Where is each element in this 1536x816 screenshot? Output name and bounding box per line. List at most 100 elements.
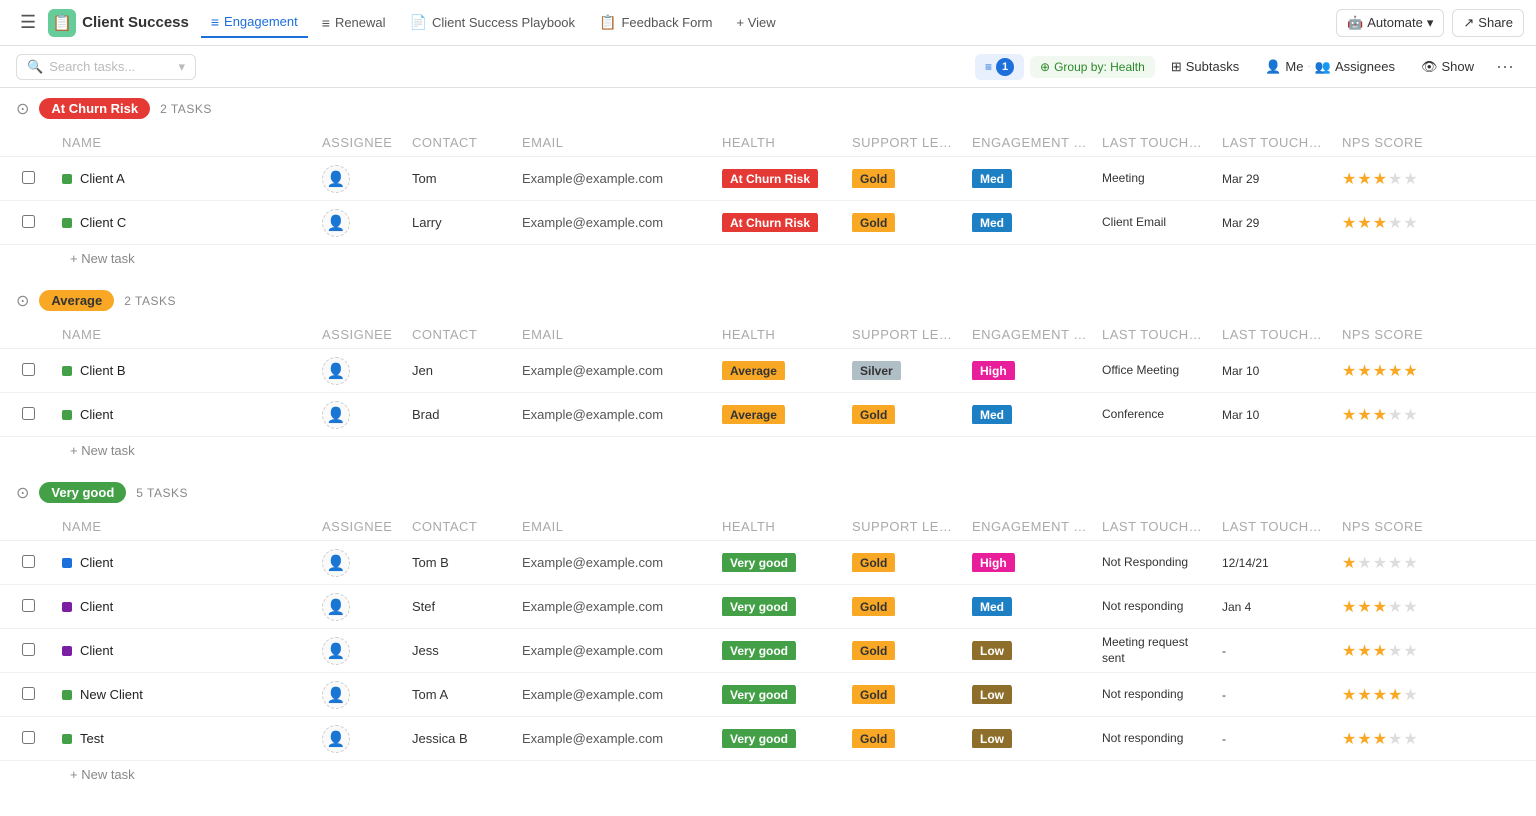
row-health: Very good: [716, 597, 846, 616]
nps-stars: ★★★★★: [1342, 213, 1470, 233]
row-select-checkbox[interactable]: [22, 599, 35, 612]
table-row[interactable]: Client A 👤 Tom Example@example.com At Ch…: [0, 157, 1536, 201]
col-header-4: EMAIL: [516, 133, 716, 152]
share-button[interactable]: ↗ Share: [1452, 9, 1524, 37]
star-filled: ★: [1403, 361, 1417, 381]
table-row[interactable]: Client 👤 Stef Example@example.com Very g…: [0, 585, 1536, 629]
row-contact: Brad: [406, 405, 516, 424]
row-name: Client: [56, 405, 316, 424]
group-toggle-churn[interactable]: ⊙: [16, 99, 29, 119]
row-select-checkbox[interactable]: [22, 171, 35, 184]
tab-feedback[interactable]: 📋 Feedback Form: [589, 8, 722, 37]
star-filled: ★: [1357, 169, 1371, 189]
star-filled: ★: [1388, 361, 1402, 381]
star-empty: ★: [1388, 553, 1402, 573]
group-toggle-verygood[interactable]: ⊙: [16, 483, 29, 503]
group-by-button[interactable]: ⊕ Group by: Health: [1030, 56, 1155, 78]
row-select-checkbox[interactable]: [22, 215, 35, 228]
tab-playbook[interactable]: 📄 Client Success Playbook: [400, 8, 586, 37]
row-contact: Jessica B: [406, 729, 516, 748]
table-row[interactable]: Client 👤 Jess Example@example.com Very g…: [0, 629, 1536, 673]
me-label: Me: [1285, 59, 1303, 74]
client-name: Client C: [80, 215, 126, 230]
new-task-verygood[interactable]: + New task: [0, 761, 1536, 788]
row-name: New Client: [56, 685, 316, 704]
table-row[interactable]: Test 👤 Jessica B Example@example.com Ver…: [0, 717, 1536, 761]
tab-add-view[interactable]: + View: [727, 9, 786, 36]
hamburger-icon[interactable]: ☰: [12, 8, 44, 37]
support-badge: Gold: [852, 641, 895, 660]
row-checkbox[interactable]: [16, 597, 56, 617]
more-options-button[interactable]: ···: [1490, 54, 1520, 79]
star-empty: ★: [1357, 553, 1371, 573]
row-checkbox[interactable]: [16, 641, 56, 661]
app-title: Client Success: [82, 14, 189, 31]
row-select-checkbox[interactable]: [22, 643, 35, 656]
col-header-3: CONTACT: [406, 517, 516, 536]
subtasks-button[interactable]: ⊞ Subtasks: [1161, 55, 1249, 79]
nps-stars: ★★★★★: [1342, 685, 1470, 705]
row-select-checkbox[interactable]: [22, 363, 35, 376]
row-checkbox[interactable]: [16, 213, 56, 233]
group-badge-verygood[interactable]: Very good: [39, 482, 126, 503]
row-checkbox[interactable]: [16, 553, 56, 573]
me-button[interactable]: 👤 Me · 👥 Assignees: [1255, 55, 1405, 79]
new-task-churn[interactable]: + New task: [0, 245, 1536, 272]
new-task-average[interactable]: + New task: [0, 437, 1536, 464]
row-checkbox[interactable]: [16, 685, 56, 705]
search-placeholder: Search tasks...: [49, 59, 135, 74]
row-checkbox[interactable]: [16, 361, 56, 381]
col-header-6: SUPPORT LEVEL: [846, 517, 966, 536]
star-empty: ★: [1403, 685, 1417, 705]
filter-button[interactable]: ≡ 1: [975, 54, 1024, 80]
tab-renewal[interactable]: ≡ Renewal: [312, 9, 396, 37]
row-name: Client: [56, 597, 316, 616]
row-last-touch1: Meeting: [1096, 169, 1216, 189]
group-toggle-average[interactable]: ⊙: [16, 291, 29, 311]
row-select-checkbox[interactable]: [22, 407, 35, 420]
table-row[interactable]: Client 👤 Brad Example@example.com Averag…: [0, 393, 1536, 437]
row-assignee: 👤: [316, 207, 406, 239]
row-last-touch2: Mar 29: [1216, 170, 1336, 188]
table-row[interactable]: Client B 👤 Jen Example@example.com Avera…: [0, 349, 1536, 393]
table-row[interactable]: Client C 👤 Larry Example@example.com At …: [0, 201, 1536, 245]
task-dot: [62, 646, 72, 656]
star-filled: ★: [1342, 641, 1356, 661]
app-logo: 📋 Client Success: [48, 9, 189, 37]
show-button[interactable]: 👁 Show: [1411, 55, 1484, 79]
star-empty: ★: [1403, 597, 1417, 617]
group-by-label: Group by: Health: [1054, 60, 1145, 74]
row-select-checkbox[interactable]: [22, 555, 35, 568]
subtasks-icon: ⊞: [1171, 59, 1182, 75]
row-select-checkbox[interactable]: [22, 731, 35, 744]
row-checkbox[interactable]: [16, 729, 56, 749]
nps-stars: ★★★★★: [1342, 597, 1470, 617]
row-email: Example@example.com: [516, 169, 716, 188]
group-task-count-verygood: 5 TASKS: [136, 486, 188, 500]
row-name: Client C: [56, 213, 316, 232]
table-row[interactable]: New Client 👤 Tom A Example@example.com V…: [0, 673, 1536, 717]
row-email: Example@example.com: [516, 213, 716, 232]
row-last-touch2: Jan 4: [1216, 598, 1336, 616]
group-verygood: ⊙ Very good 5 TASKS NAMEASSIGNEECONTACTE…: [0, 472, 1536, 788]
client-name: Client: [80, 555, 113, 570]
table-row[interactable]: Client 👤 Tom B Example@example.com Very …: [0, 541, 1536, 585]
row-checkbox[interactable]: [16, 405, 56, 425]
row-select-checkbox[interactable]: [22, 687, 35, 700]
automate-button[interactable]: 🤖 Automate ▾: [1336, 9, 1444, 37]
group-by-icon: ⊕: [1040, 60, 1050, 74]
group-badge-average[interactable]: Average: [39, 290, 114, 311]
col-header-3: CONTACT: [406, 133, 516, 152]
group-badge-churn[interactable]: At Churn Risk: [39, 98, 150, 119]
engagement-badge: Med: [972, 169, 1012, 188]
search-box[interactable]: 🔍 Search tasks... ▾: [16, 54, 196, 80]
row-checkbox[interactable]: [16, 169, 56, 189]
row-last-touch2: Mar 10: [1216, 362, 1336, 380]
filter-badge: 1: [996, 58, 1014, 76]
col-header-8: LAST TOUCHPOI...: [1096, 133, 1216, 152]
toolbar-right: ≡ 1 ⊕ Group by: Health ⊞ Subtasks 👤 Me ·…: [975, 54, 1520, 80]
row-email: Example@example.com: [516, 405, 716, 424]
automate-label: Automate: [1367, 15, 1423, 30]
star-filled: ★: [1357, 361, 1371, 381]
tab-engagement[interactable]: ≡ Engagement: [201, 8, 308, 38]
